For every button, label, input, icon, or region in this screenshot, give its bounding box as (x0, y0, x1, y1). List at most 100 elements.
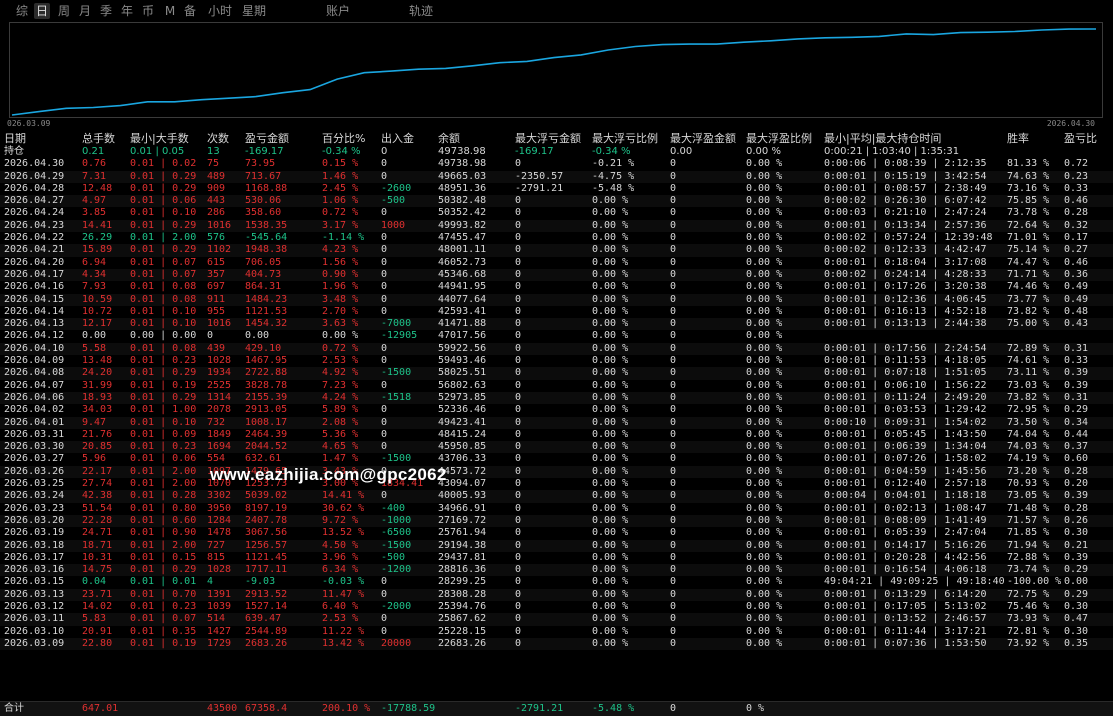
tab-4[interactable]: 季 (98, 3, 114, 19)
tab-3[interactable]: 月 (77, 3, 93, 19)
table-row[interactable]: 2026.03.16 14.75 0.01 | 0.29 1028 1717.11 6.3… (0, 564, 1113, 577)
cell-balance: 43706.33 (438, 453, 487, 465)
table-row[interactable]: 2026.04.20 6.94 0.01 | 0.07 615 706.05 1.56 %… (0, 257, 1113, 269)
cell-time: 0:00:01 | 0:07:36 | 1:53:50 (824, 637, 987, 649)
cell-count: 1016 (207, 219, 232, 231)
table-row[interactable]: 2026.03.24 42.38 0.01 | 0.28 3302 5039.02 14.… (0, 490, 1113, 503)
header-count: 次数 (207, 132, 229, 145)
table-row[interactable]: 2026.04.08 24.20 0.01 | 0.29 1934 2722.88 4.9… (0, 367, 1113, 380)
table-row[interactable]: 2026.04.22 26.29 0.01 | 2.00 576 -545.64 -1.1… (0, 232, 1113, 244)
cell-time: 0:00:06 | 0:08:39 | 2:12:35 (824, 158, 987, 170)
cell-count: 1284 (207, 514, 232, 526)
table-row[interactable]: 2026.04.24 3.85 0.01 | 0.10 286 358.60 0.72 %… (0, 207, 1113, 219)
tab-7[interactable]: M (164, 3, 176, 19)
cell-ml: 0 (515, 379, 522, 391)
cell-win: -100.00 % (1007, 576, 1062, 588)
table-row[interactable]: 2026.04.21 15.89 0.01 | 0.29 1102 1948.38 4.2… (0, 244, 1113, 257)
cell-mpp: 0.00 % (746, 146, 781, 157)
cell-mp: 0 (670, 232, 677, 244)
tab-2[interactable]: 周 (56, 3, 72, 19)
table-row[interactable]: 2026.04.29 7.31 0.01 | 0.29 489 713.67 1.46 %… (0, 170, 1113, 183)
cell-pct: 4.23 % (322, 244, 359, 256)
tab-0[interactable]: 综 (14, 3, 30, 19)
table-row[interactable]: 2026.04.15 10.59 0.01 | 0.08 911 1484.23 3.48… (0, 293, 1113, 306)
table-row[interactable]: 2026.03.11 5.83 0.01 | 0.07 514 639.47 2.53 %… (0, 613, 1113, 626)
table-row[interactable]: 2026.04.13 12.17 0.01 | 0.10 1016 1454.32 3.6… (0, 318, 1113, 331)
cell-date: 2026.04.02 (4, 404, 65, 416)
cell-mp: 0 (670, 613, 677, 625)
tab-1[interactable]: 日 (34, 3, 50, 19)
table-row[interactable]: 2026.03.17 10.31 0.01 | 0.15 815 1121.45 3.96… (0, 552, 1113, 564)
tab-10[interactable]: 星期 (240, 3, 268, 19)
table-row[interactable]: 2026.04.14 10.72 0.01 | 0.10 955 1121.53 2.70… (0, 306, 1113, 318)
cell-mpp: 0.00 % (746, 625, 783, 637)
cell-time: 0:00:01 | 0:02:13 | 1:08:47 (824, 502, 987, 514)
table-row[interactable]: 2026.04.01 9.47 0.01 | 0.10 732 1008.17 2.08 … (0, 416, 1113, 429)
table-row[interactable]: 2026.03.12 14.02 0.01 | 0.23 1039 1527.14 6.4… (0, 601, 1113, 613)
table-row[interactable]: 2026.03.18 18.71 0.01 | 2.00 727 1256.57 4.50… (0, 539, 1113, 552)
cell-win: 74.03 % (1007, 441, 1050, 453)
cell-time: 0:00:01 | 0:18:04 | 3:17:08 (824, 256, 987, 268)
table-row[interactable]: 2026.04.30 0.76 0.01 | 0.02 75 73.95 0.15 % 0 4… (0, 158, 1113, 170)
cell-mp: 0 (670, 293, 677, 305)
cell-win: 72.64 % (1007, 219, 1050, 231)
cell-rr: 0.32 (1064, 219, 1089, 231)
cell-pct: 1.96 % (322, 281, 359, 293)
table-row[interactable]: 2026.04.17 4.34 0.01 | 0.07 357 404.73 0.90 %… (0, 268, 1113, 282)
cell-mlp: 0.00 % (592, 232, 629, 244)
table-row[interactable]: 2026.03.31 21.76 0.01 | 0.09 1849 2464.39 5.3… (0, 429, 1113, 441)
tab-11[interactable]: 账户 (324, 3, 352, 19)
header-date: 日期 (4, 132, 26, 145)
table-row[interactable]: 2026.04.16 7.93 0.01 | 0.08 697 864.31 1.96 %… (0, 281, 1113, 293)
total-mlp: -5.48 % (592, 703, 635, 714)
table-row[interactable]: 2026.03.13 23.71 0.01 | 0.70 1391 2913.52 11.… (0, 588, 1113, 601)
table-row[interactable]: 2026.04.06 18.93 0.01 | 0.29 1314 2155.39 4.2… (0, 391, 1113, 405)
table-row[interactable]: 2026.03.27 5.96 0.01 | 0.06 554 632.61 1.47 %… (0, 453, 1113, 465)
cell-pct: 1.06 % (322, 195, 359, 207)
table-row[interactable]: 2026.03.23 51.54 0.01 | 0.80 3950 8197.19 30.… (0, 503, 1113, 515)
tab-5[interactable]: 年 (119, 3, 135, 19)
tab-12[interactable]: 轨迹 (407, 3, 435, 19)
period-toolbar: 综日周月季年币 M 备小时 星期 账户 轨迹 (0, 0, 1113, 22)
cell-win: 72.81 % (1007, 625, 1050, 637)
cell-pct: 4.50 % (322, 539, 359, 551)
table-row[interactable]: 2026.03.09 22.80 0.01 | 0.19 1729 2683.26 13.… (0, 637, 1113, 651)
tab-9[interactable]: 小时 (207, 3, 233, 19)
table-row[interactable]: 2026.03.10 20.91 0.01 | 0.35 1427 2544.89 11.… (0, 626, 1113, 638)
cell-minmax: 0.01 | 0.08 (130, 281, 197, 293)
cell-date: 2026.04.21 (4, 244, 65, 256)
cell-flow: 20000 (381, 637, 412, 649)
tab-8[interactable]: 备 (182, 3, 198, 19)
cell-time: 0:00:01 | 0:04:59 | 1:45:56 (824, 465, 987, 477)
tab-6[interactable]: 币 (140, 3, 156, 19)
table-row[interactable]: 2026.04.12 0.00 0.00 | 0.00 0 0.00 0.00 % -129… (0, 330, 1113, 342)
table-row[interactable]: 2026.03.20 22.28 0.01 | 0.60 1284 2407.78 9.7… (0, 514, 1113, 528)
table-row[interactable]: 2026.04.07 31.99 0.01 | 0.19 2525 3828.78 7.2… (0, 380, 1113, 392)
table-row[interactable]: 2026.03.15 0.04 0.01 | 0.01 4 -9.03 -0.03 % 0 2… (0, 576, 1113, 588)
table-row[interactable]: 2026.04.27 4.97 0.01 | 0.06 443 530.06 1.06 %… (0, 195, 1113, 208)
cell-lots: 24.20 (82, 367, 113, 379)
cell-pct: -0.03 % (322, 576, 365, 588)
cell-count: 1849 (207, 428, 232, 440)
table-row[interactable]: 2026.04.10 5.58 0.01 | 0.08 439 429.10 0.72 %… (0, 342, 1113, 356)
table-row[interactable]: 2026.04.09 13.48 0.01 | 0.23 1028 1467.95 2.5… (0, 355, 1113, 367)
table-row[interactable]: 2026.03.19 24.71 0.01 | 0.90 1478 3067.56 13.… (0, 527, 1113, 539)
table-row[interactable]: 2026.04.23 14.41 0.01 | 0.29 1016 1538.35 3.1… (0, 219, 1113, 233)
cell-flow: 0 (381, 379, 388, 391)
cell-lots: 42.38 (82, 490, 113, 502)
table-row[interactable]: 2026.04.28 12.48 0.01 | 0.29 909 1168.88 2.45… (0, 183, 1113, 195)
cell-mpp: 0.00 % (746, 564, 783, 576)
holding-row[interactable]: 持仓 0.21 0.01 | 0.05 13 -169.17 -0.34 % 0 49738.… (0, 146, 1113, 158)
table-row[interactable]: 2026.03.30 20.85 0.01 | 0.23 1694 2044.52 4.6… (0, 441, 1113, 454)
table-row[interactable]: 2026.03.26 22.17 0.01 | 2.00 1097 1479.65 3.4… (0, 465, 1113, 479)
cell-mp: 0 (670, 330, 677, 342)
cell-lots: 34.03 (82, 404, 113, 416)
table-row[interactable]: 2026.04.02 34.03 0.01 | 1.00 2078 2913.05 5.8… (0, 404, 1113, 416)
cell-win: 75.46 % (1007, 600, 1050, 612)
cell-minmax: 0.01 | 0.08 (130, 293, 197, 305)
cell-mp: 0 (670, 514, 677, 526)
cell-date: 2026.04.22 (4, 232, 65, 244)
table-row[interactable]: 2026.03.25 27.74 0.01 | 2.00 1070 1253.73 3.0… (0, 478, 1113, 490)
cell-mp: 0 (670, 318, 677, 330)
cell-mp: 0 (670, 256, 677, 268)
